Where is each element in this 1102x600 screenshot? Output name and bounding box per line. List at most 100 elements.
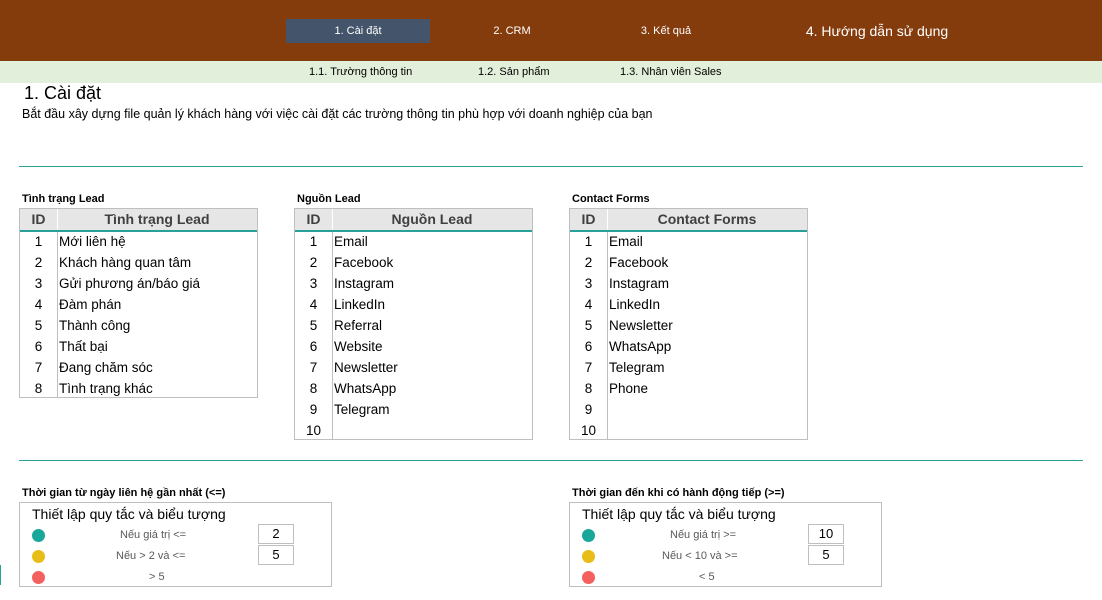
next-action-rule-box: Thiết lập quy tắc và biểu tượng Nếu giá … (569, 502, 882, 587)
table-row[interactable]: 2 Facebook (570, 252, 807, 273)
row-value[interactable]: Thành công (59, 315, 130, 336)
row-value[interactable]: Referral (334, 315, 382, 336)
lead-status-table-title: Tình trạng Lead (22, 193, 105, 205)
top-nav-bar: 1. Cài đặt 2. CRM 3. Kết quả 4. Hướng dẫ… (0, 0, 1102, 61)
row-id: 5 (584, 318, 593, 333)
row-id: 7 (584, 360, 593, 375)
green-circle-icon (582, 529, 595, 542)
last-contact-rule-title: Thời gian từ ngày liên hệ gần nhất (<=) (22, 487, 226, 499)
row-id: 9 (584, 402, 593, 417)
row-value[interactable]: Mới liên hệ (59, 231, 126, 252)
red-circle-icon (32, 571, 45, 584)
table-row[interactable]: 7 Newsletter (295, 357, 532, 378)
row-value[interactable]: Khách hàng quan tâm (59, 252, 191, 273)
tab-cai-dat[interactable]: 1. Cài đặt (286, 19, 430, 43)
row-id: 2 (309, 255, 318, 270)
table-row[interactable]: 1 Mới liên hệ (20, 231, 257, 252)
lead-status-table: ID Tình trạng Lead 1 Mới liên hệ 2 Khách h… (19, 208, 258, 398)
table-row[interactable]: 7 Đang chăm sóc (20, 357, 257, 378)
rule-label: Nếu > 2 và <= (116, 550, 186, 562)
table-row[interactable]: 3 Instagram (295, 273, 532, 294)
threshold-input[interactable]: 2 (258, 524, 294, 544)
tab-ket-qua[interactable]: 3. Kết quả (604, 19, 728, 43)
table-row[interactable]: 7 Telegram (570, 357, 807, 378)
page-title: 1. Cài đặt (24, 83, 102, 103)
table-row[interactable]: 6 Thất bại (20, 336, 257, 357)
sub-nav-bar: 1.1. Trường thông tin 1.2. Sản phẩm 1.3.… (0, 61, 1102, 83)
row-value[interactable]: WhatsApp (334, 378, 396, 399)
table-row[interactable]: 6 WhatsApp (570, 336, 807, 357)
name-column-header: Contact Forms (657, 211, 757, 227)
id-column-header: ID (31, 211, 46, 227)
table-row[interactable]: 8 Phone (570, 378, 807, 399)
row-value[interactable]: WhatsApp (609, 336, 671, 357)
id-column-header: ID (581, 211, 596, 227)
table-row[interactable]: 6 Website (295, 336, 532, 357)
table-row[interactable]: 4 LinkedIn (570, 294, 807, 315)
table-row[interactable]: 9 Telegram (295, 399, 532, 420)
row-value[interactable]: Facebook (334, 252, 393, 273)
row-id: 4 (584, 297, 593, 312)
table-row[interactable]: 5 Newsletter (570, 315, 807, 336)
row-id: 1 (584, 234, 593, 249)
row-id: 2 (584, 255, 593, 270)
row-value[interactable]: Email (609, 231, 643, 252)
table-row[interactable]: 8 Tình trạng khác (20, 378, 257, 399)
table-row[interactable]: 3 Instagram (570, 273, 807, 294)
row-value[interactable]: Newsletter (609, 315, 673, 336)
page-description: Bắt đầu xây dựng file quản lý khách hàng… (22, 107, 653, 121)
rule-label: Nếu < 10 và >= (662, 550, 738, 562)
table-header: ID Tình trạng Lead (20, 209, 257, 232)
subtab-san-pham[interactable]: 1.2. Sản phẩm (478, 61, 550, 83)
threshold-input[interactable]: 5 (808, 545, 844, 565)
row-value[interactable]: Instagram (334, 273, 394, 294)
row-id: 1 (309, 234, 318, 249)
row-value[interactable]: Gửi phương án/báo giá (59, 273, 200, 294)
row-value[interactable]: Telegram (609, 357, 665, 378)
tab-huong-dan[interactable]: 4. Hướng dẫn sử dụng (790, 19, 964, 43)
table-row[interactable]: 3 Gửi phương án/báo giá (20, 273, 257, 294)
table-row[interactable]: 5 Referral (295, 315, 532, 336)
table-row[interactable]: 10 (570, 420, 807, 441)
row-value[interactable]: Email (334, 231, 368, 252)
row-value[interactable]: Đang chăm sóc (59, 357, 153, 378)
subtab-nhan-vien-sales[interactable]: 1.3. Nhân viên Sales (620, 61, 722, 83)
table-row[interactable]: 1 Email (570, 231, 807, 252)
tab-crm[interactable]: 2. CRM (450, 19, 574, 43)
row-value[interactable]: Instagram (609, 273, 669, 294)
row-id: 3 (309, 276, 318, 291)
row-id: 8 (584, 381, 593, 396)
row-id: 10 (580, 423, 597, 438)
table-row[interactable]: 4 LinkedIn (295, 294, 532, 315)
row-value[interactable]: LinkedIn (609, 294, 660, 315)
table-header: ID Contact Forms (570, 209, 807, 232)
table-row[interactable]: 1 Email (295, 231, 532, 252)
row-value[interactable]: LinkedIn (334, 294, 385, 315)
row-value[interactable]: Website (334, 336, 383, 357)
sheet-edge-marker (0, 565, 1, 585)
row-value[interactable]: Đàm phán (59, 294, 121, 315)
table-row[interactable]: 10 (295, 420, 532, 441)
row-value[interactable]: Phone (609, 378, 648, 399)
last-contact-rule-box: Thiết lập quy tắc và biểu tượng Nếu giá … (19, 502, 332, 587)
subtab-truong-thong-tin[interactable]: 1.1. Trường thông tin (309, 61, 412, 83)
row-id: 3 (34, 276, 43, 291)
row-value[interactable]: Thất bại (59, 336, 108, 357)
table-row[interactable]: 8 WhatsApp (295, 378, 532, 399)
threshold-input[interactable]: 5 (258, 545, 294, 565)
row-value[interactable]: Tình trạng khác (59, 378, 153, 399)
threshold-input[interactable]: 10 (808, 524, 844, 544)
table-row[interactable]: 5 Thành công (20, 315, 257, 336)
row-value[interactable]: Newsletter (334, 357, 398, 378)
row-value[interactable]: Telegram (334, 399, 390, 420)
table-row[interactable]: 2 Facebook (295, 252, 532, 273)
row-value[interactable]: Facebook (609, 252, 668, 273)
table-row[interactable]: 2 Khách hàng quan tâm (20, 252, 257, 273)
table-row[interactable]: 9 (570, 399, 807, 420)
row-id: 8 (309, 381, 318, 396)
green-circle-icon (32, 529, 45, 542)
row-id: 3 (584, 276, 593, 291)
table-row[interactable]: 4 Đàm phán (20, 294, 257, 315)
row-id: 5 (34, 318, 43, 333)
contact-forms-table-title: Contact Forms (572, 193, 650, 205)
